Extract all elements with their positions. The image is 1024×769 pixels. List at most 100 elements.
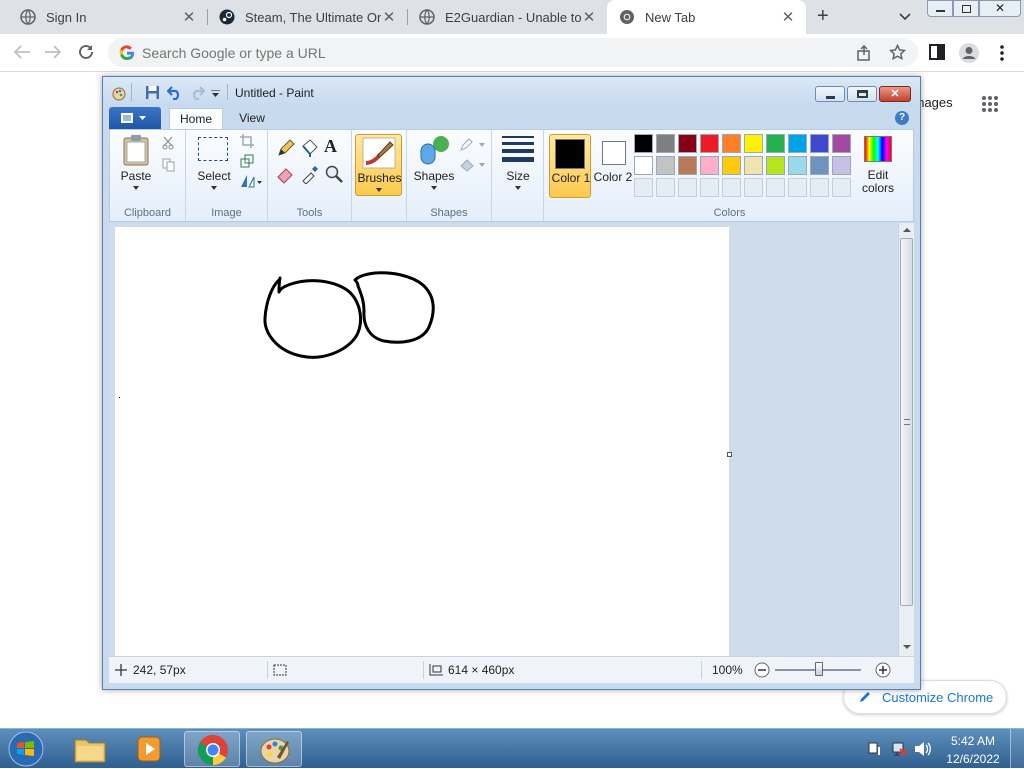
palette-swatch[interactable] (678, 134, 697, 153)
profile-avatar-icon[interactable] (958, 42, 980, 64)
palette-swatch[interactable] (766, 134, 785, 153)
palette-swatch[interactable] (788, 134, 807, 153)
magnifier-icon[interactable] (324, 164, 344, 184)
custom-color-slot[interactable] (810, 178, 829, 197)
scroll-up-arrow[interactable] (903, 228, 911, 232)
taskbar-paint[interactable] (246, 731, 302, 767)
palette-swatch[interactable] (744, 134, 763, 153)
custom-color-slot[interactable] (678, 178, 697, 197)
palette-swatch[interactable] (656, 134, 675, 153)
close-tab-icon[interactable]: ✕ (581, 8, 597, 26)
palette-swatch[interactable] (722, 134, 741, 153)
restore-button[interactable] (953, 0, 979, 17)
palette-swatch[interactable] (832, 156, 851, 175)
action-center-icon[interactable] (867, 741, 883, 757)
zoom-slider-thumb[interactable] (815, 662, 823, 676)
taskbar-chrome[interactable] (184, 731, 240, 767)
custom-color-slot[interactable] (656, 178, 675, 197)
close-window-button[interactable]: ✕ (979, 0, 1021, 17)
minimize-button[interactable] (927, 0, 953, 17)
paint-minimize-button[interactable] (815, 86, 845, 102)
omnibox-input[interactable] (142, 42, 842, 63)
custom-color-slot[interactable] (634, 178, 653, 197)
shapes-button[interactable]: Shapes (411, 132, 457, 194)
color-picker-icon[interactable] (300, 164, 320, 184)
volume-icon[interactable] (914, 741, 932, 757)
paint-file-menu-button[interactable] (109, 107, 161, 129)
tab-new-tab[interactable]: New Tab ✕ (607, 0, 806, 34)
custom-color-slot[interactable] (722, 178, 741, 197)
palette-swatch[interactable] (832, 134, 851, 153)
tab-e2guardian[interactable]: E2Guardian - Unable to lo ✕ (407, 0, 607, 34)
size-button[interactable]: Size (496, 132, 540, 194)
omnibox[interactable] (108, 38, 918, 67)
vertical-scrollbar[interactable] (898, 223, 914, 656)
paste-button[interactable]: Paste (114, 132, 158, 194)
select-button[interactable]: Select (192, 132, 236, 194)
tab-home[interactable]: Home (169, 108, 223, 130)
apps-grid-icon[interactable] (981, 95, 999, 113)
palette-swatch[interactable] (810, 156, 829, 175)
zoom-out-icon[interactable] (754, 662, 770, 678)
reload-icon[interactable] (77, 43, 95, 61)
outline-icon[interactable] (459, 138, 485, 152)
custom-color-slot[interactable] (766, 178, 785, 197)
palette-swatch[interactable] (766, 156, 785, 175)
custom-color-slot[interactable] (700, 178, 719, 197)
cut-icon[interactable] (162, 136, 174, 150)
menu-kebab-icon[interactable] (999, 44, 1005, 62)
text-tool-icon[interactable]: A (324, 136, 337, 157)
side-panel-icon[interactable] (929, 44, 945, 60)
copy-icon[interactable] (162, 158, 175, 172)
palette-swatch[interactable] (744, 156, 763, 175)
fill-bucket-icon[interactable] (300, 138, 320, 158)
drawing-canvas[interactable] (115, 227, 732, 656)
canvas-resize-handle[interactable] (727, 452, 732, 457)
custom-color-slot[interactable] (744, 178, 763, 197)
network-icon[interactable] (891, 741, 907, 757)
resize-icon[interactable] (240, 154, 254, 168)
palette-swatch[interactable] (788, 156, 807, 175)
color2-button[interactable]: Color 2 (593, 134, 633, 198)
show-desktop-button[interactable] (1010, 729, 1024, 769)
scroll-thumb[interactable] (900, 238, 913, 606)
taskbar-explorer[interactable] (62, 731, 118, 767)
eraser-icon[interactable] (276, 164, 296, 184)
redo-icon[interactable] (189, 85, 205, 100)
paint-close-button[interactable]: ✕ (879, 86, 911, 102)
close-tab-icon[interactable]: ✕ (780, 8, 796, 26)
new-tab-button[interactable]: + (817, 5, 829, 28)
chevron-down-icon[interactable] (899, 12, 911, 22)
fill-icon[interactable] (459, 158, 485, 172)
palette-swatch[interactable] (810, 134, 829, 153)
undo-icon[interactable] (167, 85, 183, 100)
share-icon[interactable] (856, 45, 872, 61)
brushes-button[interactable]: Brushes (355, 134, 402, 196)
palette-swatch[interactable] (700, 134, 719, 153)
help-icon[interactable]: ? (895, 111, 909, 125)
palette-swatch[interactable] (700, 156, 719, 175)
rotate-icon[interactable] (240, 174, 262, 188)
start-button[interactable] (4, 730, 48, 768)
custom-color-slot[interactable] (832, 178, 851, 197)
paint-maximize-button[interactable] (847, 86, 877, 102)
edit-colors-button[interactable]: Edit colors (856, 134, 900, 198)
close-tab-icon[interactable]: ✕ (181, 8, 197, 26)
crop-icon[interactable] (240, 134, 254, 148)
forward-icon[interactable] (44, 44, 62, 60)
palette-swatch[interactable] (634, 156, 653, 175)
save-icon[interactable] (145, 85, 160, 100)
close-tab-icon[interactable]: ✕ (381, 8, 397, 26)
color1-button[interactable]: Color 1 (549, 134, 591, 198)
palette-swatch[interactable] (678, 156, 697, 175)
tab-steam[interactable]: Steam, The Ultimate Onli ✕ (207, 0, 407, 34)
taskbar-media-player[interactable] (122, 731, 178, 767)
tab-sign-in[interactable]: Sign In ✕ (0, 0, 207, 34)
customize-quick-access-icon[interactable] (211, 90, 220, 98)
palette-swatch[interactable] (722, 156, 741, 175)
scroll-down-arrow[interactable] (903, 645, 911, 649)
zoom-in-icon[interactable] (875, 662, 891, 678)
palette-swatch[interactable] (656, 156, 675, 175)
palette-swatch[interactable] (634, 134, 653, 153)
back-icon[interactable] (13, 44, 31, 60)
